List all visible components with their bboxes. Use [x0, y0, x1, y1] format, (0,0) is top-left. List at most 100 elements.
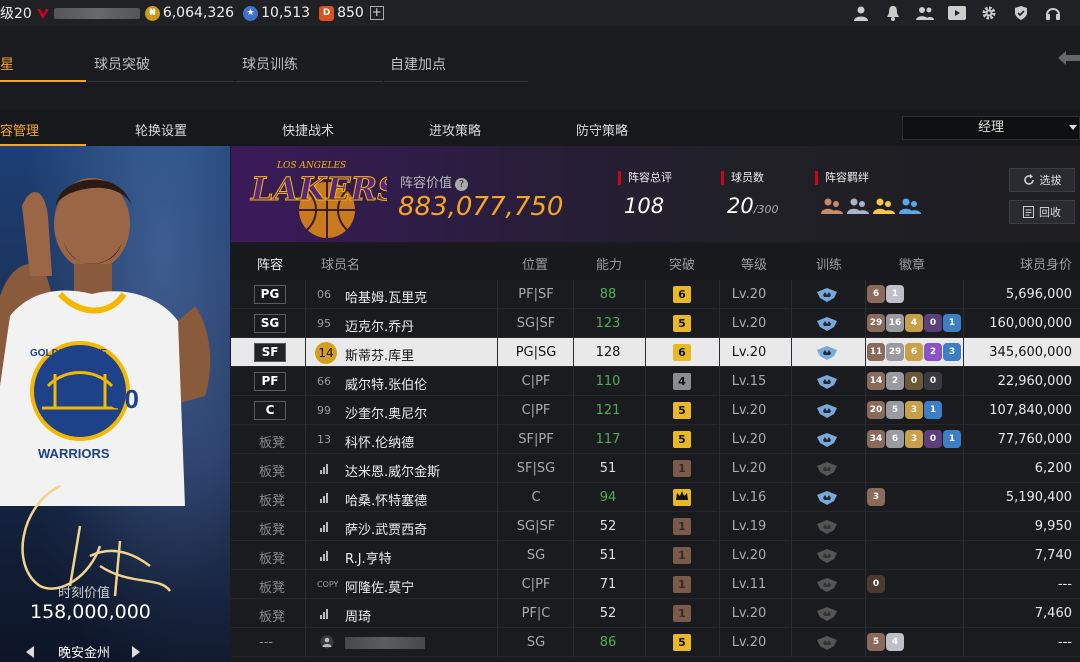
- header-badges[interactable]: 徽章: [899, 254, 925, 273]
- training-icon[interactable]: [816, 345, 838, 361]
- badge-list[interactable]: 29 16 4 0 1: [867, 314, 961, 332]
- lineup-slot[interactable]: 板凳: [259, 519, 285, 538]
- add-currency-button[interactable]: +: [369, 6, 384, 20]
- gear-icon[interactable]: [979, 3, 998, 22]
- lineup-slot[interactable]: PG: [254, 285, 286, 304]
- player-name[interactable]: 沙奎尔.奥尼尔: [345, 403, 427, 422]
- tab-custom-attributes[interactable]: 自建加点: [384, 54, 528, 82]
- table-row[interactable]: SF 14 斯蒂芬.库里 PG|SG 128 6 Lv.20 11 29 6 2 3 345,600,0…: [231, 338, 1080, 367]
- back-arrow-icon[interactable]: [1058, 50, 1080, 70]
- training-icon[interactable]: [816, 287, 838, 303]
- table-row[interactable]: --- SG 86 5 Lv.20 5 4 ---: [231, 628, 1080, 657]
- table-row[interactable]: PG 06 哈基姆.瓦里克 PF|SF 88 6 Lv.20 6 1 5,696,000: [231, 280, 1080, 309]
- profile-icon[interactable]: [851, 3, 870, 22]
- badge-list[interactable]: 0: [867, 575, 885, 593]
- header-level[interactable]: 等级: [741, 254, 767, 273]
- player-name[interactable]: 哈基姆.瓦里克: [345, 287, 427, 306]
- lineup-slot[interactable]: SG: [254, 314, 286, 333]
- bond-icons[interactable]: [821, 196, 921, 216]
- table-row[interactable]: 板凳 达米恩.威尔金斯 SF|SG 51 1 Lv.20 6,200: [231, 454, 1080, 483]
- badge-list[interactable]: 14 2 0 0: [867, 372, 942, 390]
- player-name[interactable]: 达米恩.威尔金斯: [345, 461, 440, 480]
- column-divider: [573, 599, 574, 628]
- table-row[interactable]: C 99 沙奎尔.奥尼尔 C|PF 121 5 Lv.20 20 5 3 1 107,840,000: [231, 396, 1080, 425]
- training-icon[interactable]: [816, 490, 838, 506]
- badge-list[interactable]: 61: [867, 285, 904, 303]
- table-row[interactable]: 板凳 R.J.亨特 SG 51 1 Lv.20 7,740: [231, 541, 1080, 570]
- manager-dropdown[interactable]: 经理: [902, 116, 1080, 140]
- player-name[interactable]: 哈桑.怀特塞德: [345, 490, 427, 509]
- tab-player-training[interactable]: 球员训练: [236, 54, 382, 82]
- player-name[interactable]: 斯蒂芬.库里: [345, 345, 414, 364]
- header-position[interactable]: 位置: [522, 254, 548, 273]
- friends-icon[interactable]: [915, 3, 934, 22]
- player-name[interactable]: 威尔特.张伯伦: [345, 374, 427, 393]
- player-card[interactable]: GOLDEN STATE 30 WARRIORS 时刻价值 158,000,00…: [0, 146, 230, 662]
- column-divider: [791, 541, 792, 570]
- table-row[interactable]: PF 66 威尔特.张伯伦 C|PF 110 4 Lv.15 14 2 0 0 22,960,000: [231, 367, 1080, 396]
- player-name[interactable]: 萨沙.武贾西奇: [345, 519, 427, 538]
- shield-icon[interactable]: [1011, 3, 1030, 22]
- table-row[interactable]: SG 95 迈克尔.乔丹 SG|SF 123 5 Lv.20 29 16 4 0 1 160,000,0…: [231, 309, 1080, 338]
- header-breakthrough[interactable]: 突破: [669, 254, 695, 273]
- table-row[interactable]: 板凳 周琦 PF|C 52 1 Lv.20 7,460: [231, 599, 1080, 628]
- lineup-slot[interactable]: ---: [259, 635, 273, 650]
- prev-card-arrow-icon[interactable]: [26, 646, 34, 658]
- header-name[interactable]: 球员名: [321, 254, 360, 273]
- tab-lineup-management[interactable]: 容管理: [0, 120, 39, 139]
- player-name[interactable]: 迈克尔.乔丹: [345, 316, 414, 335]
- training-icon[interactable]: [816, 519, 838, 535]
- lineup-slot[interactable]: 板凳: [259, 577, 285, 596]
- lineup-slot[interactable]: 板凳: [259, 432, 285, 451]
- player-name[interactable]: 科怀.伦纳德: [345, 432, 414, 451]
- column-divider: [573, 280, 574, 309]
- lineup-slot[interactable]: PF: [254, 372, 286, 391]
- lineup-slot[interactable]: 板凳: [259, 461, 285, 480]
- lineup-slot[interactable]: 板凳: [259, 548, 285, 567]
- header-ability[interactable]: 能力: [596, 254, 622, 273]
- lineup-slot[interactable]: SF: [254, 343, 286, 362]
- lineup-slot[interactable]: C: [254, 401, 286, 420]
- recycle-button[interactable]: 回收: [1009, 200, 1075, 224]
- training-icon[interactable]: [816, 461, 838, 477]
- training-icon[interactable]: [816, 577, 838, 593]
- lineup-slot[interactable]: 板凳: [259, 490, 285, 509]
- breakthrough-badge: 5: [673, 634, 691, 651]
- training-icon[interactable]: [816, 374, 838, 390]
- training-icon[interactable]: [816, 606, 838, 622]
- player-name[interactable]: R.J.亨特: [345, 548, 392, 567]
- header-value[interactable]: 球员身价: [1020, 254, 1072, 273]
- table-row[interactable]: 板凳 COPY 阿隆佐.莫宁 C|PF 71 1 Lv.11 0 ---: [231, 570, 1080, 599]
- badge-list[interactable]: 54: [867, 633, 904, 651]
- badge-list[interactable]: 34 6 3 0 1: [867, 430, 961, 448]
- player-name[interactable]: 周琦: [345, 606, 371, 625]
- header-training[interactable]: 训练: [816, 254, 842, 273]
- tab-rotation-settings[interactable]: 轮换设置: [135, 120, 187, 139]
- table-row[interactable]: 板凳 哈桑.怀特塞德 C 94 Lv.16 3 5,190,400: [231, 483, 1080, 512]
- tab-quick-tactics[interactable]: 快捷战术: [282, 120, 334, 139]
- tab-star-team[interactable]: 星: [0, 54, 86, 82]
- training-icon[interactable]: [816, 548, 838, 564]
- table-row[interactable]: 板凳 13 科怀.伦纳德 SF|PF 117 5 Lv.20 34 6 3 0 1 77,760,000: [231, 425, 1080, 454]
- player-value: 160,000,000: [989, 316, 1072, 331]
- select-button[interactable]: 选拔: [1009, 168, 1075, 192]
- player-name[interactable]: 阿隆佐.莫宁: [345, 577, 414, 596]
- header-lineup[interactable]: 阵容: [257, 254, 283, 273]
- training-icon[interactable]: [816, 635, 838, 651]
- badge-list[interactable]: 20 5 3 1: [867, 401, 942, 419]
- training-icon[interactable]: [816, 403, 838, 419]
- tab-player-breakthrough[interactable]: 球员突破: [88, 54, 234, 82]
- headset-icon[interactable]: [1043, 3, 1062, 22]
- lineup-slot[interactable]: 板凳: [259, 606, 285, 625]
- training-icon[interactable]: [816, 316, 838, 332]
- tab-defense-strategy[interactable]: 防守策略: [576, 120, 628, 139]
- bell-icon[interactable]: [883, 3, 902, 22]
- help-icon[interactable]: ?: [455, 178, 469, 191]
- badge-list[interactable]: 11 29 6 2 3: [867, 343, 961, 361]
- next-card-arrow-icon[interactable]: [132, 646, 140, 658]
- video-icon[interactable]: [947, 3, 966, 22]
- badge-list[interactable]: 3: [867, 488, 885, 506]
- table-row[interactable]: 板凳 萨沙.武贾西奇 SG|SF 52 1 Lv.19 9,950: [231, 512, 1080, 541]
- tab-offense-strategy[interactable]: 进攻策略: [429, 120, 481, 139]
- training-icon[interactable]: [816, 432, 838, 448]
